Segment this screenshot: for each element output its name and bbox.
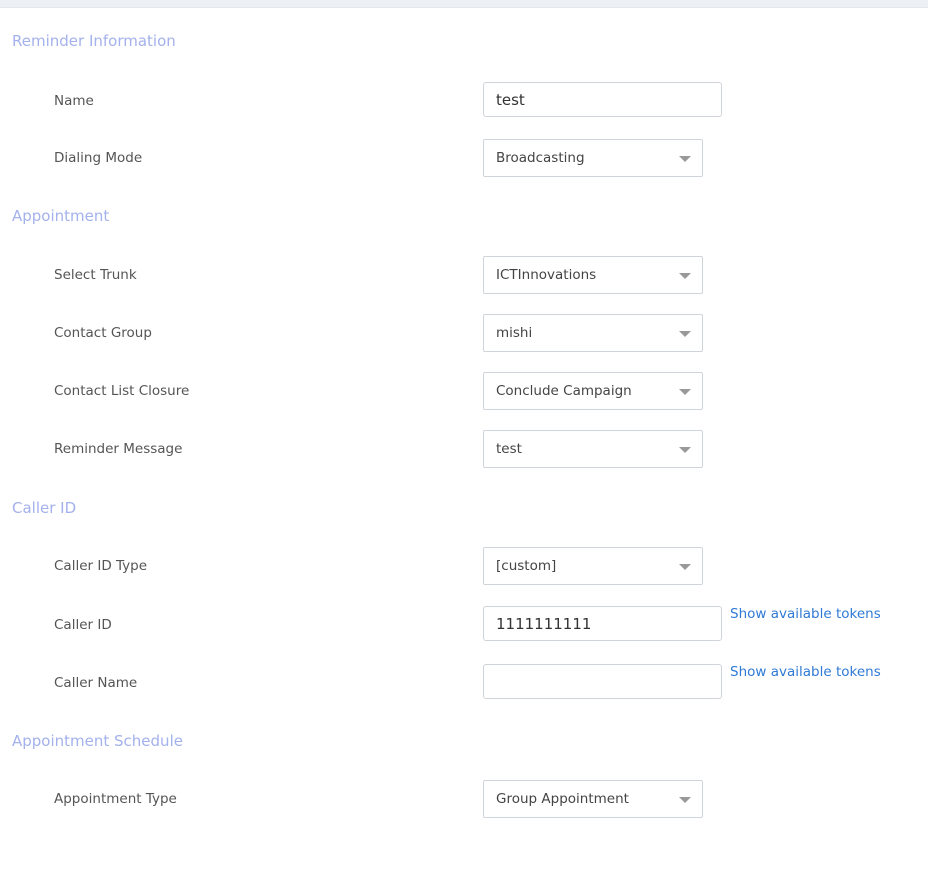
chevron-down-icon [679, 564, 691, 570]
caller-id-type-select[interactable]: [custom] [483, 547, 703, 585]
contact-list-closure-label: Contact List Closure [54, 383, 190, 399]
contact-group-label: Contact Group [54, 325, 152, 341]
chevron-down-icon [679, 273, 691, 279]
select-trunk-label: Select Trunk [54, 267, 137, 283]
section-caller-id: Caller ID [12, 499, 77, 517]
section-appointment: Appointment [12, 207, 110, 225]
contact-list-closure-select[interactable]: Conclude Campaign [483, 372, 703, 410]
caller-name-input[interactable] [483, 664, 722, 699]
name-label: Name [54, 93, 94, 109]
contact-list-closure-value: Conclude Campaign [496, 383, 632, 399]
chevron-down-icon [679, 156, 691, 162]
select-trunk-value: ICTInnovations [496, 267, 597, 283]
select-trunk-select[interactable]: ICTInnovations [483, 256, 703, 294]
name-input[interactable] [483, 82, 722, 117]
appointment-type-select[interactable]: Group Appointment [483, 780, 703, 818]
dialing-mode-label: Dialing Mode [54, 150, 143, 166]
top-bar [0, 0, 928, 8]
caller-id-type-value: [custom] [496, 558, 557, 574]
chevron-down-icon [679, 389, 691, 395]
section-appointment-schedule: Appointment Schedule [12, 732, 183, 750]
contact-group-value: mishi [496, 325, 533, 341]
dialing-mode-select[interactable]: Broadcasting [483, 139, 703, 177]
section-reminder-information: Reminder Information [12, 32, 176, 50]
dialing-mode-value: Broadcasting [496, 150, 585, 166]
reminder-message-value: test [496, 441, 522, 457]
caller-id-label: Caller ID [54, 617, 112, 633]
reminder-message-select[interactable]: test [483, 430, 703, 468]
chevron-down-icon [679, 331, 691, 337]
contact-group-select[interactable]: mishi [483, 314, 703, 352]
caller-id-type-label: Caller ID Type [54, 558, 148, 574]
chevron-down-icon [679, 797, 691, 803]
appointment-type-label: Appointment Type [54, 791, 177, 807]
chevron-down-icon [679, 447, 691, 453]
reminder-message-label: Reminder Message [54, 441, 183, 457]
caller-id-show-tokens-link[interactable]: Show available tokens [730, 606, 881, 622]
appointment-type-value: Group Appointment [496, 791, 629, 807]
caller-id-input[interactable] [483, 606, 722, 641]
caller-name-show-tokens-link[interactable]: Show available tokens [730, 664, 881, 680]
caller-name-label: Caller Name [54, 675, 138, 691]
